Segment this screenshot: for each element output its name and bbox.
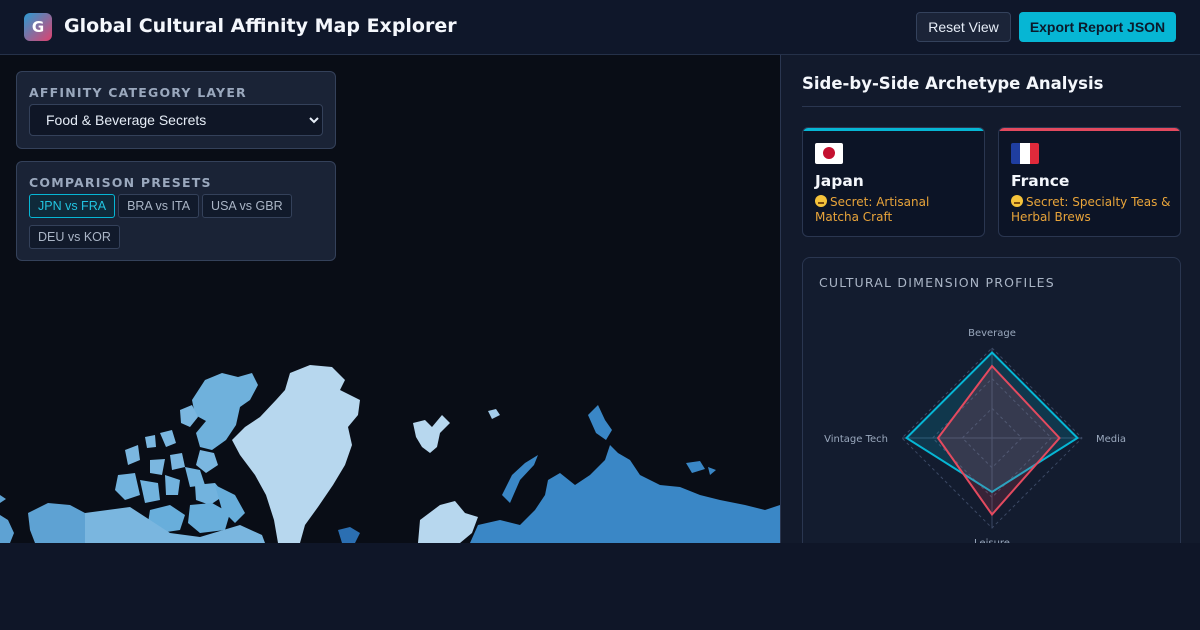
card-accent-bar [803, 128, 984, 131]
shush-face-icon [815, 195, 827, 207]
layer-panel-heading: AFFINITY CATEGORY LAYER [29, 85, 247, 100]
preset-chip-jpn-fra[interactable]: JPN vs FRA [29, 194, 116, 218]
country-card-france[interactable]: France Secret: Specialty Teas & Herbal B… [998, 127, 1181, 237]
map-region-iceland[interactable] [338, 527, 360, 543]
reset-view-button[interactable]: Reset View [916, 12, 1011, 42]
radar-chart: BeverageMediaLeisureVintage Tech [824, 328, 1126, 543]
preset-chip-deu-kor[interactable]: DEU vs KOR [29, 225, 120, 249]
radar-axis-label: Beverage [968, 328, 1016, 339]
country-secret: Secret: Artisanal Matcha Craft [815, 195, 975, 224]
layer-panel: AFFINITY CATEGORY LAYER Food & Beverage … [16, 71, 336, 149]
presets-panel: COMPARISON PRESETS JPN vs FRA BRA vs ITA U… [16, 161, 336, 261]
divider [802, 106, 1181, 107]
map-region-franz-josef[interactable] [488, 409, 500, 419]
analysis-panel: Side-by-Side Archetype Analysis Japan Se… [780, 55, 1200, 543]
preset-chip-bra-ita[interactable]: BRA vs ITA [118, 194, 200, 218]
analysis-title: Side-by-Side Archetype Analysis [802, 74, 1104, 93]
map-region-arctic-isles-2[interactable] [196, 450, 218, 473]
category-layer-select[interactable]: Food & Beverage Secrets [29, 104, 323, 136]
secret-text: Secret: Artisanal Matcha Craft [815, 195, 930, 224]
map-region-arctic-isles-4[interactable] [115, 467, 225, 505]
shush-face-icon [1011, 195, 1023, 207]
country-name: France [1011, 172, 1070, 190]
preset-chip-list: JPN vs FRA BRA vs ITA USA vs GBR DEU vs KOR [29, 194, 329, 256]
map-region-alaska[interactable] [28, 503, 85, 543]
presets-panel-heading: COMPARISON PRESETS [29, 175, 212, 190]
map-region-arctic-isles-3[interactable] [125, 430, 185, 475]
app-title: Global Cultural Affinity Map Explorer [64, 15, 457, 37]
app-header: G Global Cultural Affinity Map Explorer … [0, 0, 1200, 55]
country-name: Japan [815, 172, 864, 190]
radar-axis-label: Vintage Tech [824, 434, 888, 445]
world-map[interactable]: AFFINITY CATEGORY LAYER Food & Beverage … [0, 55, 780, 543]
japan-flag-icon [815, 143, 843, 164]
map-region-russia[interactable] [470, 445, 780, 543]
footer-band [0, 543, 1200, 630]
radar-axis-label: Media [1096, 434, 1126, 445]
map-region-scandinavia[interactable] [418, 501, 478, 543]
map-region-novaya-zemlya[interactable] [502, 455, 538, 503]
map-region-svalbard[interactable] [413, 415, 450, 453]
card-accent-bar [999, 128, 1180, 131]
country-card-japan[interactable]: Japan Secret: Artisanal Matcha Craft [802, 127, 985, 237]
france-flag-icon [1011, 143, 1039, 164]
country-secret: Secret: Specialty Teas & Herbal Brews [1011, 195, 1171, 224]
preset-chip-usa-gbr[interactable]: USA vs GBR [202, 194, 292, 218]
dimension-chart-card: CULTURAL DIMENSION PROFILES Beverage Medi… [802, 257, 1181, 543]
app-logo: G [24, 13, 52, 41]
export-report-button[interactable]: Export Report JSON [1019, 12, 1176, 42]
map-region-alaska-tip[interactable] [0, 495, 14, 543]
secret-text: Secret: Specialty Teas & Herbal Brews [1011, 195, 1171, 224]
